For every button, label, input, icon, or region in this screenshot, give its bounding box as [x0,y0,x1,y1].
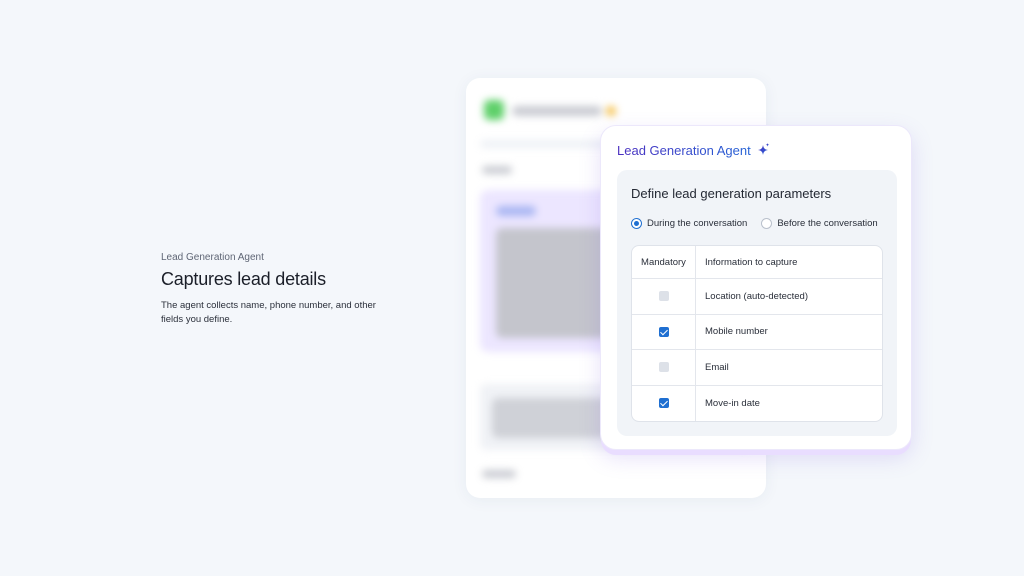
table-header-row: Mandatory Information to capture [632,246,882,279]
panel-title: Define lead generation parameters [631,186,832,201]
radio-during-dot[interactable] [631,218,642,229]
radio-during-label: During the conversation [647,218,748,229]
table-row: Email [632,350,882,386]
radio-during-conversation[interactable]: During the conversation [631,218,747,229]
mandatory-checkbox-email[interactable] [658,362,669,373]
mandatory-cell [632,385,696,421]
lead-generation-card: Lead Generation Agent Define lead genera… [600,125,912,450]
capture-fields-table: Mandatory Information to capture Locatio… [631,245,883,422]
mandatory-checkbox-mobile[interactable] [658,326,669,337]
intro-eyebrow: Lead Generation Agent [161,252,264,263]
field-label-location: Location (auto-detected) [705,290,808,302]
mandatory-checkbox-location[interactable] [658,291,669,302]
radio-before-dot[interactable] [761,218,773,229]
table-row: Location (auto-detected) [632,279,882,315]
intro-description: The agent collects name, phone number, a… [161,300,376,325]
header-information: Information to capture [705,256,798,268]
radio-before-label: Before the conversation [777,218,878,229]
header-mandatory: Mandatory [632,246,696,278]
bg-title-bar [512,106,602,116]
field-label-mobile: Mobile number [705,326,768,338]
intro-section: Lead Generation Agent Captures lead deta… [161,252,391,327]
bg-tag [496,206,536,216]
sparkle-icon [755,142,771,158]
bg-title-dot [606,106,616,116]
mandatory-cell [632,279,696,314]
card-title: Lead Generation Agent [617,142,771,158]
mandatory-cell [632,350,696,385]
bg-footer-label [482,470,516,478]
table-row: Move-in date [632,385,882,421]
card-title-text: Lead Generation Agent [617,142,751,158]
capture-timing-radio-group: During the conversation Before the conve… [631,218,878,229]
bg-label [482,166,512,174]
mandatory-checkbox-move-in[interactable] [658,398,669,409]
bg-green-badge [484,100,504,120]
mandatory-cell [632,314,696,349]
intro-headline: Captures lead details [161,269,326,289]
field-label-email: Email [705,361,729,373]
field-label-move-in: Move-in date [705,397,760,409]
radio-before-conversation[interactable]: Before the conversation [761,218,878,229]
parameters-panel: Define lead generation parameters During… [617,170,897,436]
table-row: Mobile number [632,314,882,350]
